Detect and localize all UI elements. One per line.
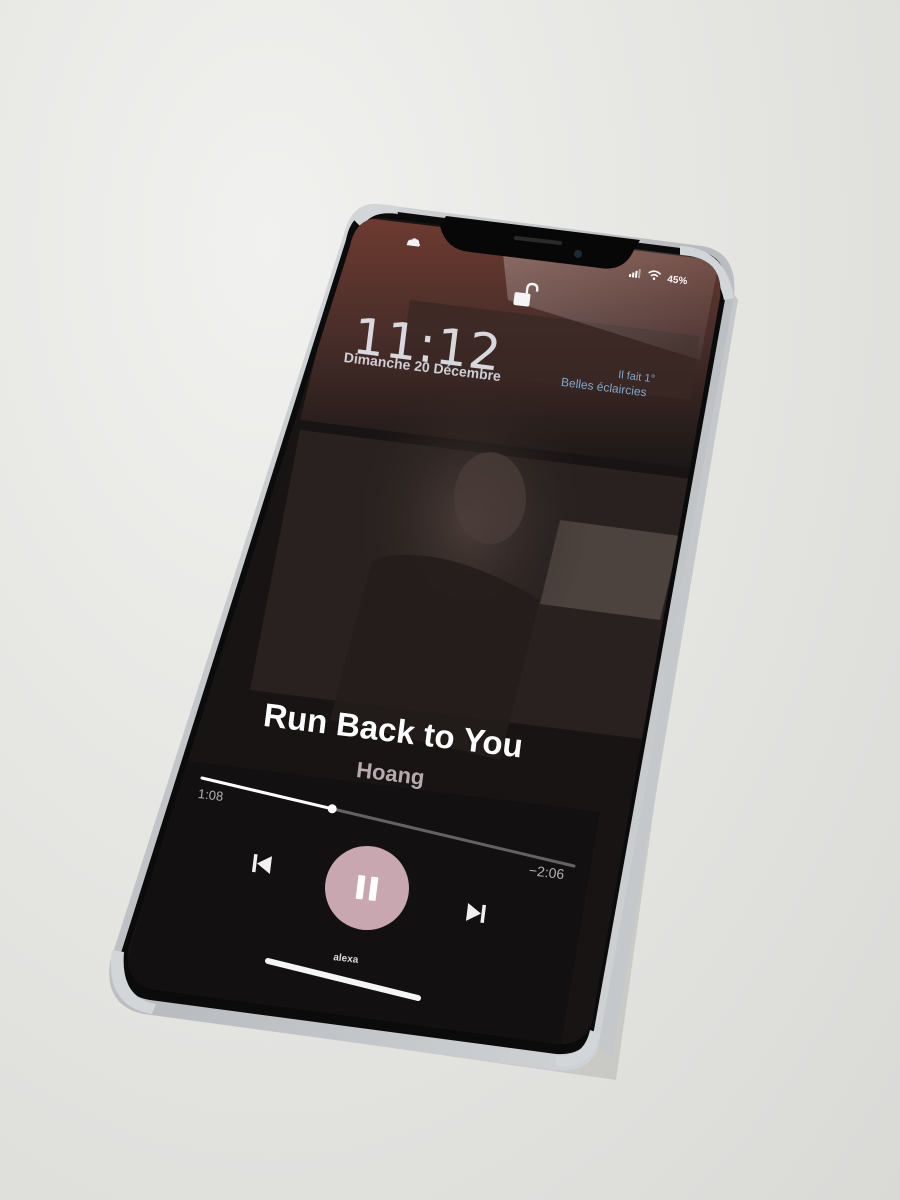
elapsed-time: 1:08 <box>197 786 225 804</box>
front-camera <box>574 250 582 258</box>
pause-button[interactable] <box>325 846 409 930</box>
progress-scrubber[interactable] <box>327 804 337 814</box>
wallpaper-person-head <box>454 452 526 544</box>
battery-percent: 45% <box>666 274 688 288</box>
pause-button-disc <box>325 846 409 930</box>
photo-scene <box>109 203 738 1080</box>
